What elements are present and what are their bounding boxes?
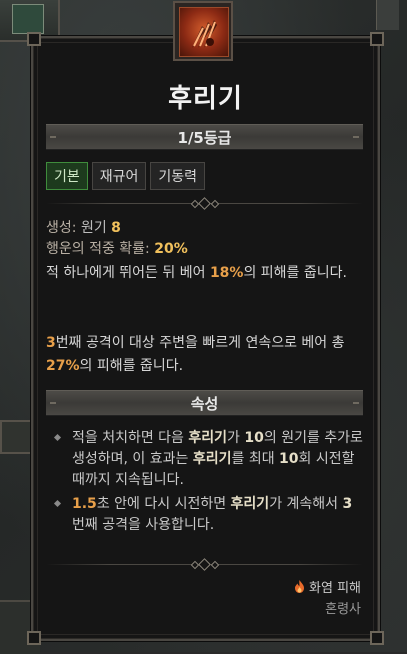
diamond-bullet-icon bbox=[53, 499, 62, 508]
total-damage-value: 27% bbox=[46, 358, 80, 374]
generate-stat: 생성: 원기 8 bbox=[46, 218, 188, 239]
frame-corner bbox=[27, 631, 41, 645]
tab-mobility[interactable]: 기동력 bbox=[150, 162, 206, 190]
frame-corner bbox=[27, 32, 41, 46]
properties-label: 속성 bbox=[190, 394, 219, 413]
rank-label: 1/5등급 bbox=[177, 128, 232, 147]
tab-jaguar[interactable]: 재규어 bbox=[91, 162, 147, 190]
property-item: 적을 처치하면 다음 후리기가 10의 원기를 추가로 생성하며, 이 효과는 … bbox=[50, 428, 365, 491]
rank-bar: 1/5등급 bbox=[46, 124, 363, 150]
damage-type: 화염 피해 bbox=[294, 577, 361, 596]
skill-description-1: 적 하나에게 뛰어든 뒤 베어 18%의 피해를 줍니다. bbox=[46, 265, 347, 281]
background-scroll-edge bbox=[376, 0, 399, 30]
diamond-bullet-icon bbox=[53, 433, 62, 442]
skill-name: 후리기 bbox=[168, 84, 243, 114]
mini-skill-icon bbox=[12, 4, 44, 34]
skill-tabs: 기본 재규어 기동력 bbox=[46, 162, 206, 190]
generate-label: 생성: bbox=[46, 220, 77, 236]
generate-resource: 원기 bbox=[80, 220, 107, 236]
crit-label: 행운의 적중 확률: bbox=[46, 241, 150, 257]
claw-slash-icon bbox=[179, 7, 229, 57]
skill-icon-frame bbox=[173, 1, 233, 61]
crit-value: 20% bbox=[154, 241, 188, 257]
section-divider bbox=[46, 558, 363, 571]
fire-icon bbox=[294, 580, 305, 593]
tab-basic[interactable]: 기본 bbox=[46, 162, 88, 190]
properties-header: 속성 bbox=[46, 390, 363, 416]
property-item: 1.5초 안에 다시 시전하면 후리기가 계속해서 3번째 공격을 사용합니다. bbox=[50, 494, 365, 536]
generate-value: 8 bbox=[111, 220, 121, 236]
section-divider bbox=[46, 197, 363, 210]
damage-type-label: 화염 피해 bbox=[309, 581, 361, 596]
frame-corner bbox=[370, 32, 384, 46]
crit-stat: 행운의 적중 확률: 20% bbox=[46, 239, 188, 260]
hit-number: 3 bbox=[46, 335, 56, 351]
skill-stats: 생성: 원기 8 행운의 적중 확률: 20% bbox=[46, 218, 188, 260]
damage-value: 18% bbox=[209, 265, 244, 281]
class-category: 혼령사 bbox=[325, 602, 361, 617]
properties-list: 적을 처치하면 다음 후리기가 10의 원기를 추가로 생성하며, 이 효과는 … bbox=[50, 428, 365, 539]
frame-corner bbox=[370, 631, 384, 645]
skill-description-2: 3번째 공격이 대상 주변을 빠르게 연속으로 베어 총 27%의 피해를 줍니… bbox=[46, 335, 345, 374]
